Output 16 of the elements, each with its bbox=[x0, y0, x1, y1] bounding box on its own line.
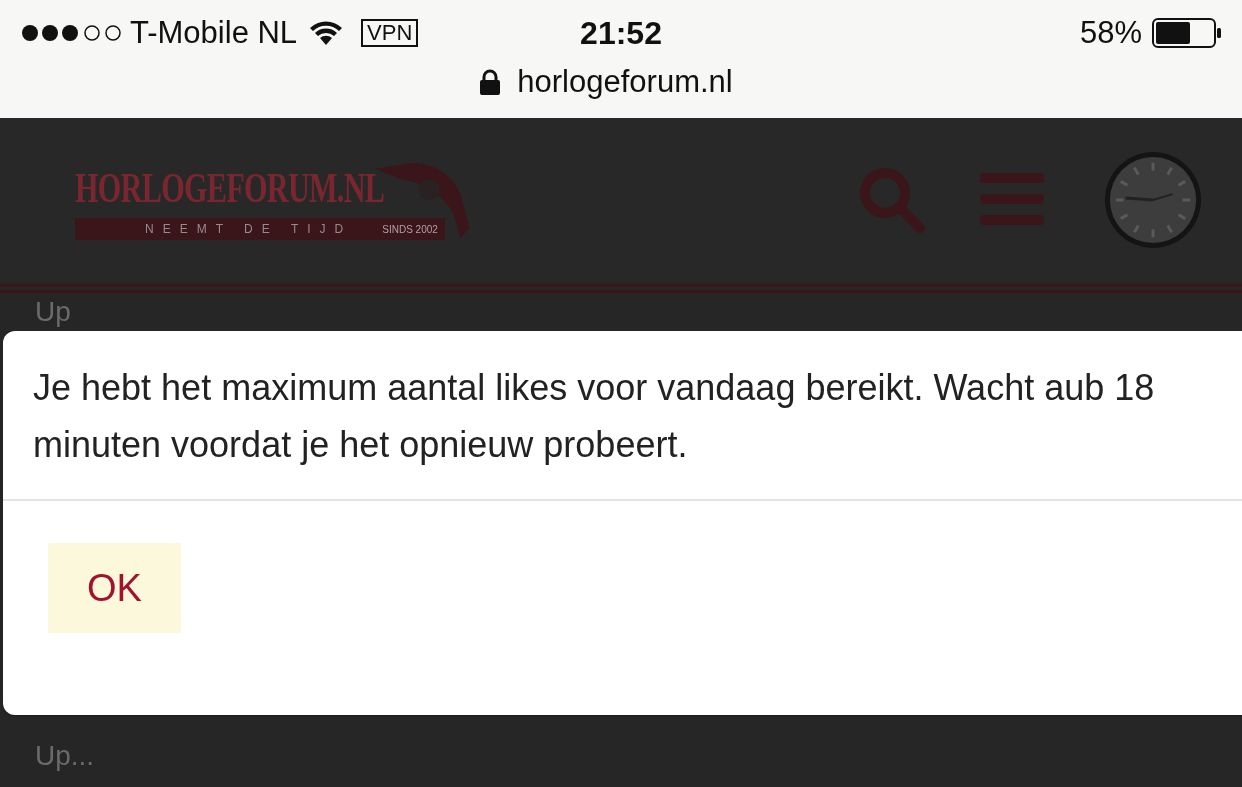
battery-percent: 58% bbox=[1079, 15, 1142, 51]
wifi-icon bbox=[309, 20, 344, 46]
signal-icon bbox=[20, 23, 124, 43]
clock-time: 21:52 bbox=[579, 14, 663, 52]
battery-icon bbox=[1152, 18, 1222, 48]
dialog-message: Je hebt het maximum aantal likes voor vandaag bereikt. Wacht aub 18 minuten voordat je het opnieuw probeert. bbox=[3, 331, 1242, 501]
lock-icon bbox=[479, 69, 502, 95]
post-text: Up... bbox=[35, 740, 96, 772]
vpn-badge: VPN bbox=[361, 19, 419, 47]
ok-button[interactable]: OK bbox=[48, 543, 181, 633]
carrier-name: T-Mobile NL bbox=[130, 15, 298, 51]
logo-tagline: NEEMT DE TIJD bbox=[145, 222, 353, 236]
post-text: Up bbox=[35, 296, 72, 328]
logo-since: SINDS 2002 bbox=[382, 223, 438, 235]
logo-title: HORLOGEFORUM.NL bbox=[75, 165, 385, 213]
page-address: horlogeforum.nl bbox=[517, 64, 733, 100]
